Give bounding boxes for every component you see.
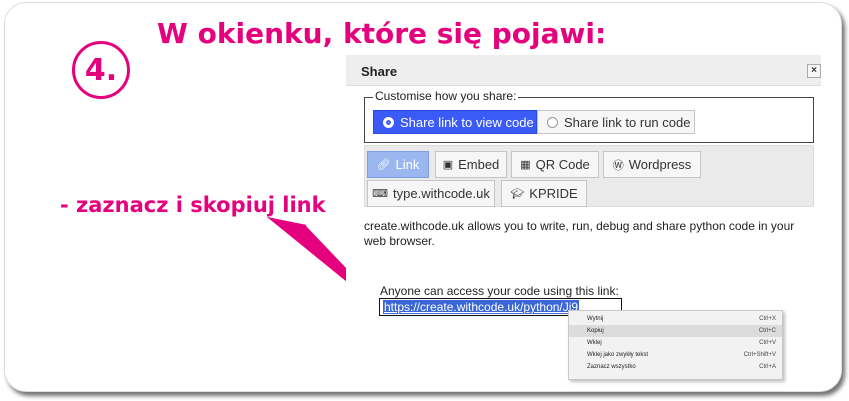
tab-link[interactable]: 🔗︎ Link [367,151,429,178]
radio-share-view[interactable]: Share link to view code [373,110,537,134]
tab-type-withcode[interactable]: ⌨ type.withcode.uk [367,180,495,207]
radio-unselected-icon [547,116,558,128]
menu-item-select-all[interactable]: Zaznacz wszystko Ctrl+A [569,361,782,373]
fieldset-legend: Customise how you share: [373,89,519,103]
menu-item-cut[interactable]: Wytnij Ctrl+X [569,313,782,325]
radio-selected-icon [383,116,394,128]
tab-embed[interactable]: ▣ Embed [435,151,507,178]
description-text: create.withcode.uk allows you to write, … [364,219,795,248]
radio-share-run[interactable]: Share link to run code [537,110,695,134]
share-tabs: 🔗︎ Link ▣ Embed ▦ QR Code Ⓦ Wordpress ⌨ … [364,145,814,207]
share-mode-fieldset: Customise how you share: Share link to v… [364,89,814,143]
menu-item-copy[interactable]: Kopiuj Ctrl+C [569,325,782,337]
qr-code-icon: ▦ [520,159,531,171]
tab-qr-code[interactable]: ▦ QR Code [511,151,599,178]
embed-icon: ▣ [442,159,454,171]
dialog-title: Share [361,64,398,79]
radio-label: Share link to view code [400,114,534,130]
tab-wordpress[interactable]: Ⓦ Wordpress [603,151,701,178]
graduation-cap-icon: 🎓︎ [510,188,525,200]
close-button[interactable]: × [807,64,821,78]
radio-label: Share link to run code [564,114,691,130]
wordpress-icon: Ⓦ [612,159,624,172]
context-menu: Wytnij Ctrl+X Kopiuj Ctrl+C Wklej Ctrl+V… [568,310,783,380]
share-link-value[interactable]: https://create.withcode.uk/python/Ji9 [383,300,580,314]
tab-kpride[interactable]: 🎓︎ KPRIDE [501,180,587,207]
keyboard-icon: ⌨ [372,188,389,200]
dialog-titlebar: Share × [346,55,821,86]
menu-item-paste[interactable]: Wklej Ctrl+V [569,337,782,349]
menu-item-paste-plain[interactable]: Wklej jako zwykły tekst Ctrl+Shift+V [569,349,782,361]
access-label: Anyone can access your code using this l… [380,284,619,298]
link-icon: 🔗︎ [376,159,391,171]
